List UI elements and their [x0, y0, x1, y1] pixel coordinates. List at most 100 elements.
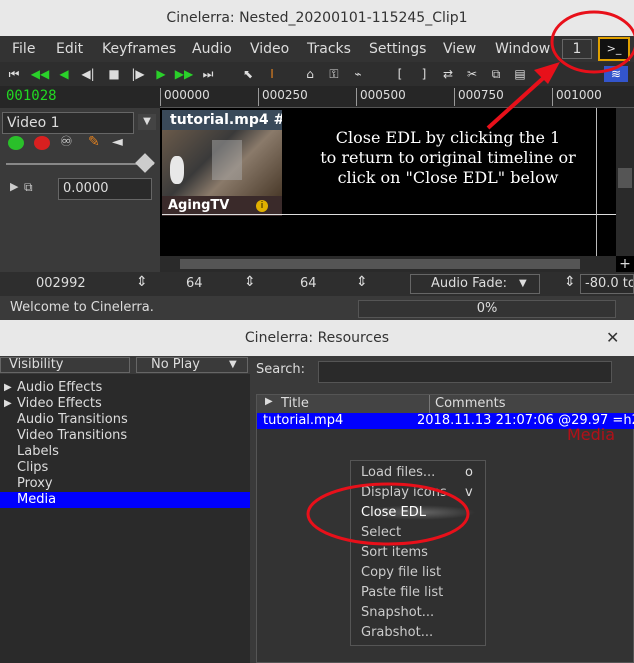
menu-file[interactable]: File: [12, 41, 35, 57]
timeline-canvas[interactable]: tutorial.mp4 # AgingTV i Close EDL by cl…: [160, 108, 634, 272]
fade-value-field[interactable]: -80.0 to: [580, 274, 634, 294]
play-mode-label: No Play: [151, 357, 200, 372]
folder-item[interactable]: Audio Transitions: [0, 412, 250, 428]
fader-track[interactable]: [6, 163, 154, 165]
menu-tracks[interactable]: Tracks: [307, 41, 351, 57]
label-icon[interactable]: ⌁: [350, 66, 366, 82]
horizontal-scrollbar[interactable]: [160, 256, 616, 272]
sort-triangle-icon[interactable]: ▶: [265, 396, 273, 407]
menu-item-display-icons[interactable]: Display icons: [361, 485, 447, 500]
out-point-icon[interactable]: ]: [416, 66, 432, 82]
fast-forward-icon[interactable]: ▶▶: [175, 66, 193, 82]
lock-icon[interactable]: ⚿: [326, 66, 342, 82]
track-expand-icon[interactable]: ▼: [138, 114, 156, 130]
audio-fade-select[interactable]: Audio Fade: ▼: [410, 274, 540, 294]
edl-tab-button[interactable]: 1: [562, 39, 592, 59]
column-title[interactable]: Title: [281, 396, 309, 411]
thumbnail-figure: [170, 156, 184, 184]
rewind-to-start-icon[interactable]: ⏮: [6, 66, 22, 82]
folder-item[interactable]: Labels: [0, 444, 250, 460]
shortcut-hint: v: [465, 485, 473, 500]
fast-reverse-icon[interactable]: ◀◀: [31, 66, 49, 82]
menu-keyframes[interactable]: Keyframes: [102, 41, 176, 57]
copy-icon[interactable]: ⧉: [488, 66, 504, 82]
track-divider: [162, 214, 617, 215]
reverse-play-icon[interactable]: ◀: [56, 66, 72, 82]
column-divider[interactable]: [429, 395, 430, 413]
cut-icon[interactable]: ✂: [464, 66, 480, 82]
fader-handle[interactable]: [135, 153, 155, 173]
menu-item-load-files[interactable]: Load files...: [361, 465, 435, 480]
play-icon[interactable]: ▶: [153, 66, 169, 82]
vertical-scrollbar[interactable]: [616, 108, 634, 256]
jump-to-end-icon[interactable]: ⏭: [200, 66, 216, 82]
fade-spinner-icon[interactable]: ⇕: [564, 274, 576, 290]
expand-triangle-icon[interactable]: ▶: [4, 380, 12, 396]
folder-item[interactable]: Video Transitions: [0, 428, 250, 444]
keyframe-icon[interactable]: ⌂: [302, 66, 318, 82]
frame-forward-icon[interactable]: |▶: [130, 66, 146, 82]
annotation-line: to return to original timeline or: [320, 148, 576, 167]
audio-fade-label: Audio Fade:: [431, 276, 507, 291]
menu-audio[interactable]: Audio: [192, 41, 232, 57]
play-track-icon[interactable]: [8, 136, 24, 150]
menu-settings[interactable]: Settings: [369, 41, 426, 57]
menu-item-close-edl[interactable]: Close EDL: [361, 505, 477, 520]
thumbnail-figure: [212, 140, 242, 180]
arrow-mode-icon[interactable]: ⬉: [240, 66, 256, 82]
folder-item[interactable]: Proxy: [0, 476, 250, 492]
position-display: 002992: [36, 276, 86, 291]
in-point-icon[interactable]: [: [392, 66, 408, 82]
ruler-tick: 001000: [552, 88, 602, 106]
zoom-plus-icon[interactable]: +: [616, 256, 634, 272]
track-name-field[interactable]: Video 1: [2, 112, 134, 134]
folder-item[interactable]: ▶ Video Effects: [0, 396, 250, 412]
menu-item-select[interactable]: Select: [361, 525, 401, 540]
mute-track-icon[interactable]: ◄: [112, 134, 123, 150]
shortcut-hint: o: [465, 465, 473, 480]
edit-mode-icon[interactable]: I: [264, 66, 280, 82]
position-spinner-icon[interactable]: ⇕: [136, 274, 148, 290]
chevron-down-icon: ▼: [229, 359, 237, 370]
expand-triangle-icon[interactable]: ▶: [4, 396, 12, 412]
play-mode-select[interactable]: No Play ▼: [136, 357, 248, 373]
menu-window[interactable]: Window: [495, 41, 550, 57]
overlay-mode-icon[interactable]: ⧉: [24, 180, 33, 195]
record-track-icon[interactable]: [34, 136, 50, 150]
folder-item[interactable]: Clips: [0, 460, 250, 476]
transport-toolbar: ⏮ ◀◀ ◀ ◀| ■ |▶ ▶ ▶▶ ⏭ ⬉ I ⌂ ⚿ ⌁ [ ] ⇄ ✂ …: [0, 62, 634, 86]
menu-item-paste-file-list[interactable]: Paste file list: [361, 585, 443, 600]
close-icon[interactable]: ✕: [606, 328, 619, 347]
menu-view[interactable]: View: [443, 41, 476, 57]
search-input[interactable]: [318, 361, 612, 383]
gang-track-icon[interactable]: ♾: [60, 134, 73, 150]
paste-icon[interactable]: ▤: [512, 66, 528, 82]
terminal-icon[interactable]: >_: [598, 37, 630, 61]
menu-item-grabshot[interactable]: Grabshot...: [361, 625, 433, 640]
visibility-button[interactable]: Visibility: [0, 357, 130, 373]
menu-item-sort-items[interactable]: Sort items: [361, 545, 428, 560]
timeline-ruler[interactable]: 000000 000250 000500 000750 001000: [160, 86, 634, 108]
menu-edit[interactable]: Edit: [56, 41, 83, 57]
expand-triangle-icon[interactable]: ▶: [10, 180, 18, 193]
timecode-display: 001028: [6, 88, 57, 104]
scrollbar-thumb[interactable]: [180, 259, 580, 269]
search-label: Search:: [256, 362, 306, 377]
meter-icon[interactable]: ≋: [604, 66, 628, 82]
clip-title: tutorial.mp4 #: [162, 110, 282, 130]
zoom-spinner-icon[interactable]: ⇕: [244, 274, 256, 290]
draw-track-icon[interactable]: ✎: [88, 134, 100, 150]
menu-item-snapshot[interactable]: Snapshot...: [361, 605, 434, 620]
zoom-spinner-icon[interactable]: ⇕: [356, 274, 368, 290]
splice-icon[interactable]: ⇄: [440, 66, 456, 82]
folder-item-selected[interactable]: Media: [0, 492, 250, 508]
fader-value-field[interactable]: 0.0000: [58, 178, 152, 200]
menu-item-copy-file-list[interactable]: Copy file list: [361, 565, 441, 580]
menu-video[interactable]: Video: [250, 41, 289, 57]
column-comments[interactable]: Comments: [435, 396, 505, 411]
scrollbar-thumb[interactable]: [618, 168, 632, 188]
folder-item[interactable]: ▶ Audio Effects: [0, 380, 250, 396]
stop-icon[interactable]: ■: [106, 66, 122, 82]
frame-back-icon[interactable]: ◀|: [80, 66, 96, 82]
clip-edit[interactable]: tutorial.mp4 # AgingTV i: [162, 110, 282, 216]
